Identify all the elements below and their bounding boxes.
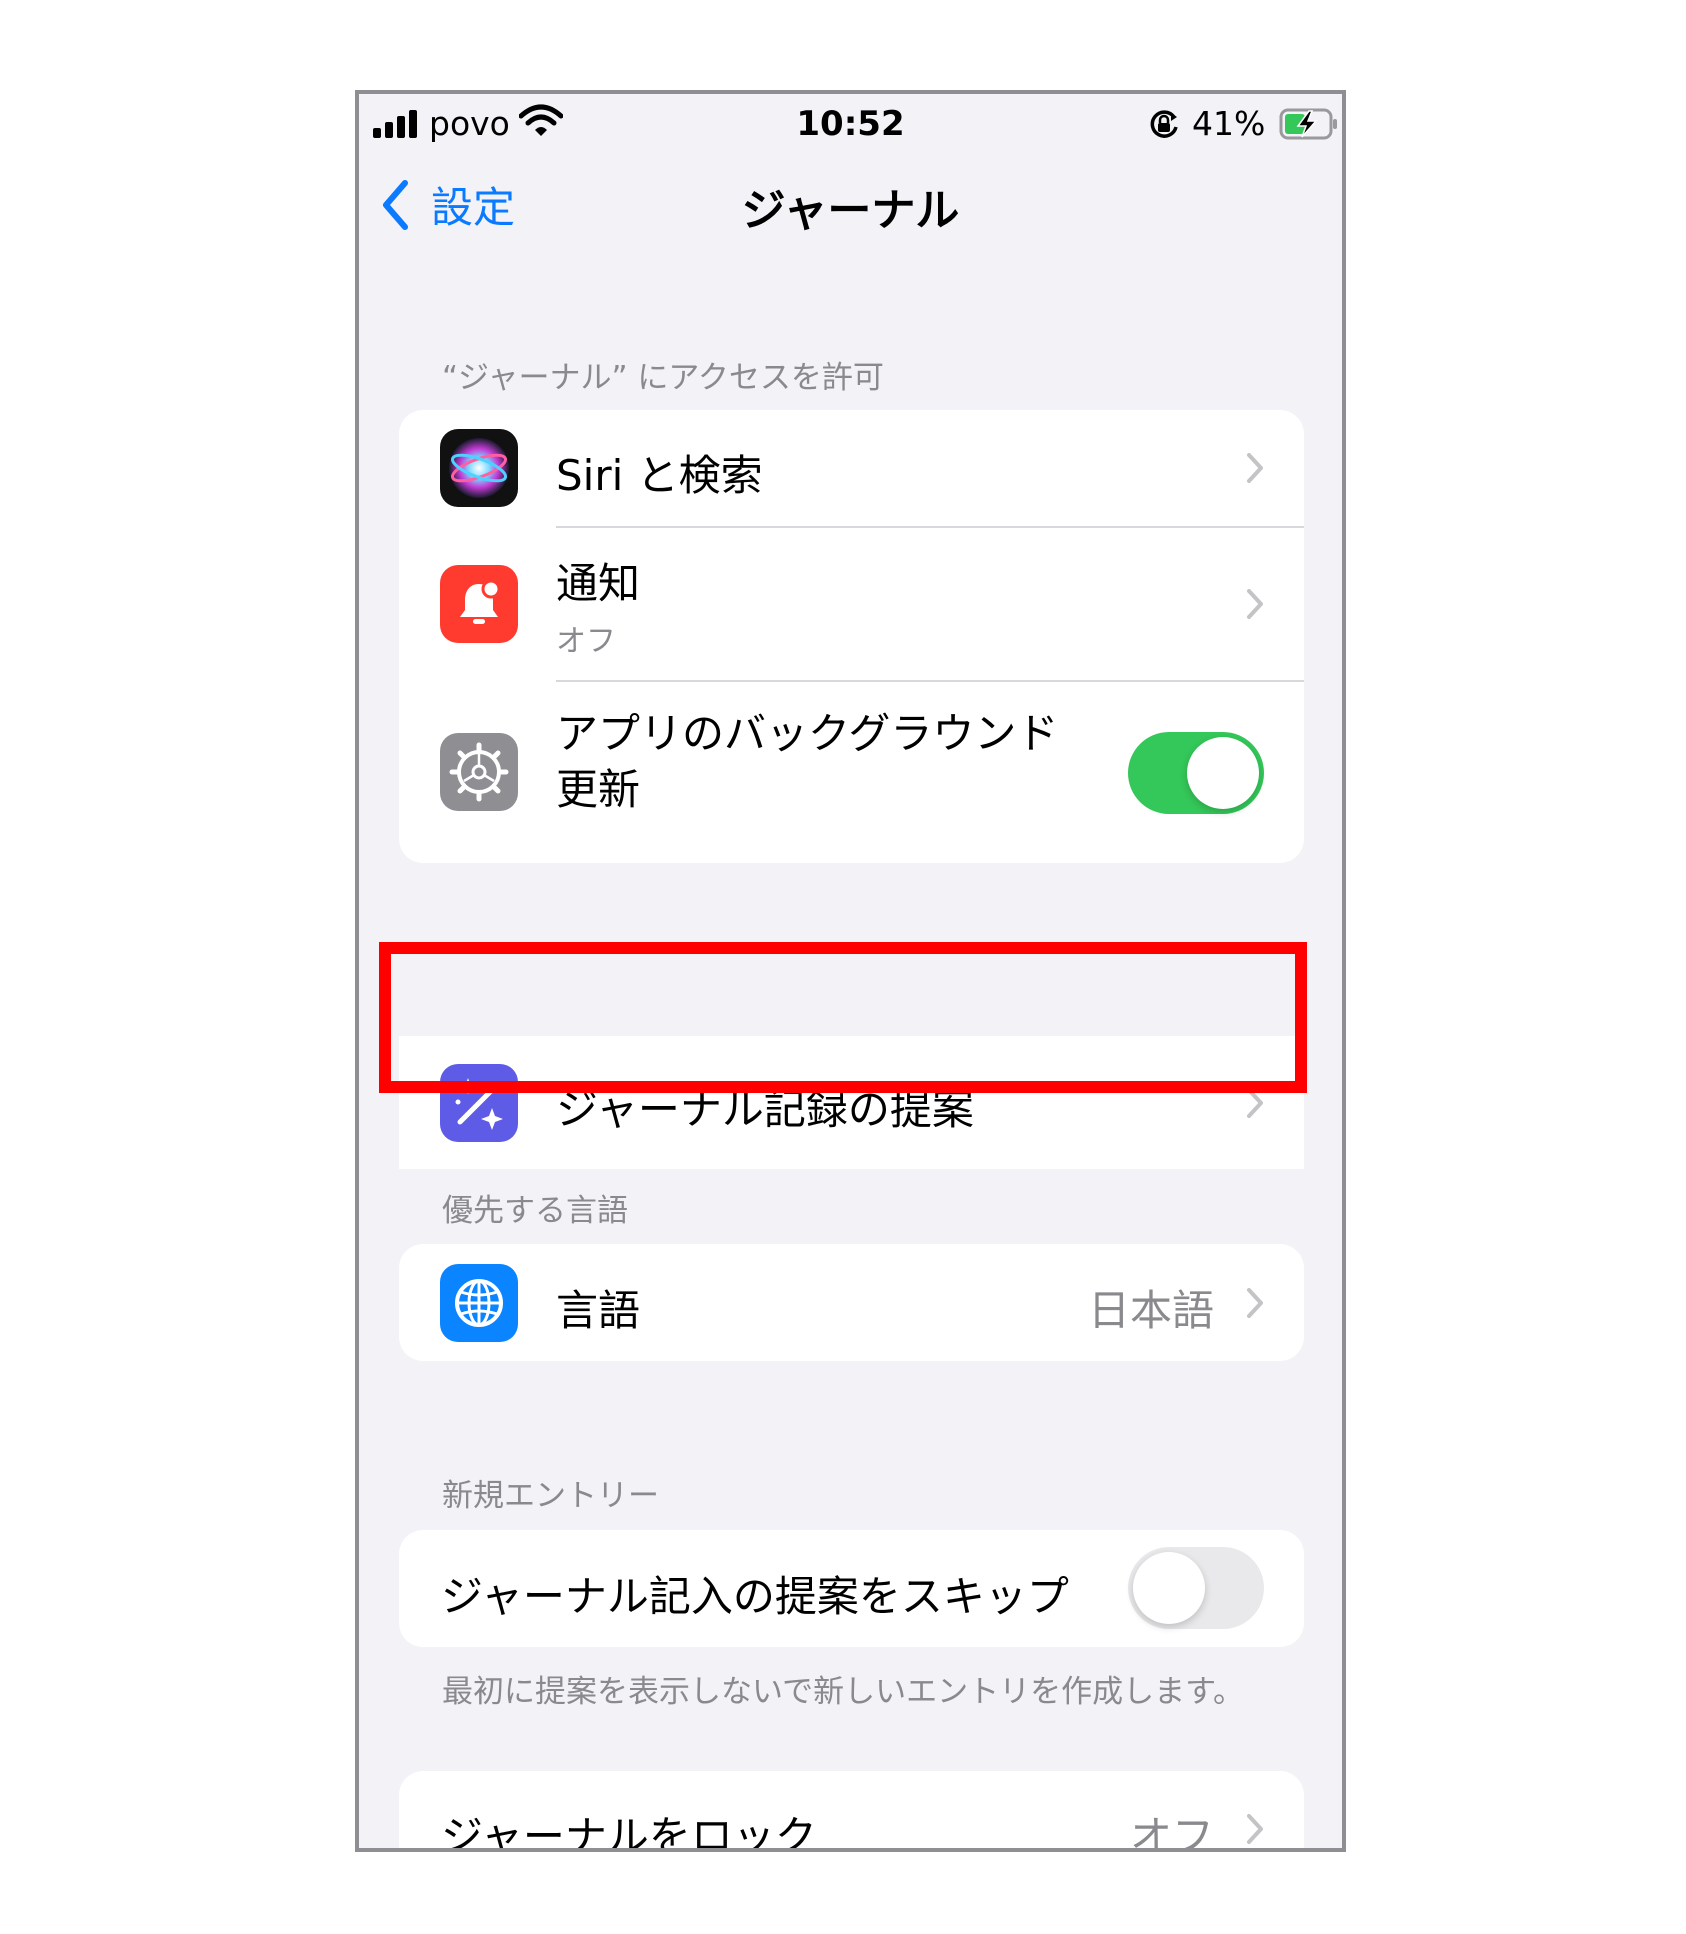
notifications-status: オフ	[556, 624, 616, 659]
background-refresh-label-line1: アプリのバックグラウンド	[556, 709, 1059, 758]
lock-journal-label: ジャーナルをロック	[441, 1812, 817, 1852]
access-card: Siri と検索 通知 オフ アプリのバックグラウンド 更新	[399, 410, 1304, 863]
lock-journal-value: オフ	[1129, 1812, 1214, 1852]
language-row[interactable]: 言語 日本語	[399, 1244, 1304, 1361]
chevron-right-icon	[1247, 589, 1263, 619]
lock-journal-row[interactable]: ジャーナルをロック オフ	[399, 1771, 1304, 1852]
skip-suggestions-label: ジャーナル記入の提案をスキップ	[441, 1572, 1069, 1621]
new-entry-footer: 最初に提案を表示しないで新しいエントリを作成します。	[442, 1674, 1244, 1710]
language-card: 言語 日本語	[399, 1244, 1304, 1361]
language-value: 日本語	[1087, 1286, 1214, 1335]
toggle-knob	[1187, 737, 1259, 809]
battery-percent: 41%	[1192, 104, 1266, 143]
background-refresh-toggle[interactable]	[1128, 732, 1264, 814]
new-entry-card: ジャーナル記入の提案をスキップ	[399, 1530, 1304, 1647]
chevron-right-icon	[1247, 1814, 1263, 1844]
siri-icon	[440, 429, 518, 507]
background-refresh-row: アプリのバックグラウンド 更新	[399, 682, 1304, 863]
gear-icon	[440, 733, 518, 811]
toggle-knob	[1133, 1552, 1205, 1624]
skip-suggestions-row: ジャーナル記入の提案をスキップ	[399, 1530, 1304, 1647]
globe-icon	[440, 1264, 518, 1342]
background-refresh-label-line2: 更新	[556, 765, 641, 814]
notification-bell-icon	[440, 565, 518, 643]
chevron-right-icon	[1247, 1288, 1263, 1318]
siri-search-label: Siri と検索	[556, 451, 763, 500]
highlight-box	[379, 942, 1307, 1093]
background-refresh-label: アプリのバックグラウンド 更新	[556, 706, 1058, 818]
chevron-right-icon	[1247, 453, 1263, 483]
section-header-language: 優先する言語	[442, 1193, 628, 1229]
notifications-row[interactable]: 通知 オフ	[399, 528, 1304, 680]
siri-search-row[interactable]: Siri と検索	[399, 410, 1304, 526]
page-title: ジャーナル	[741, 185, 960, 236]
language-label: 言語	[556, 1286, 641, 1335]
battery-charging-icon	[1279, 108, 1339, 144]
notifications-label: 通知	[556, 559, 641, 608]
section-header-access: “ジャーナル” にアクセスを許可	[442, 360, 884, 396]
orientation-lock-icon	[1147, 108, 1181, 146]
skip-suggestions-toggle[interactable]	[1128, 1547, 1264, 1629]
section-header-new-entry: 新規エントリー	[442, 1478, 659, 1514]
lock-card: ジャーナルをロック オフ	[399, 1771, 1304, 1852]
